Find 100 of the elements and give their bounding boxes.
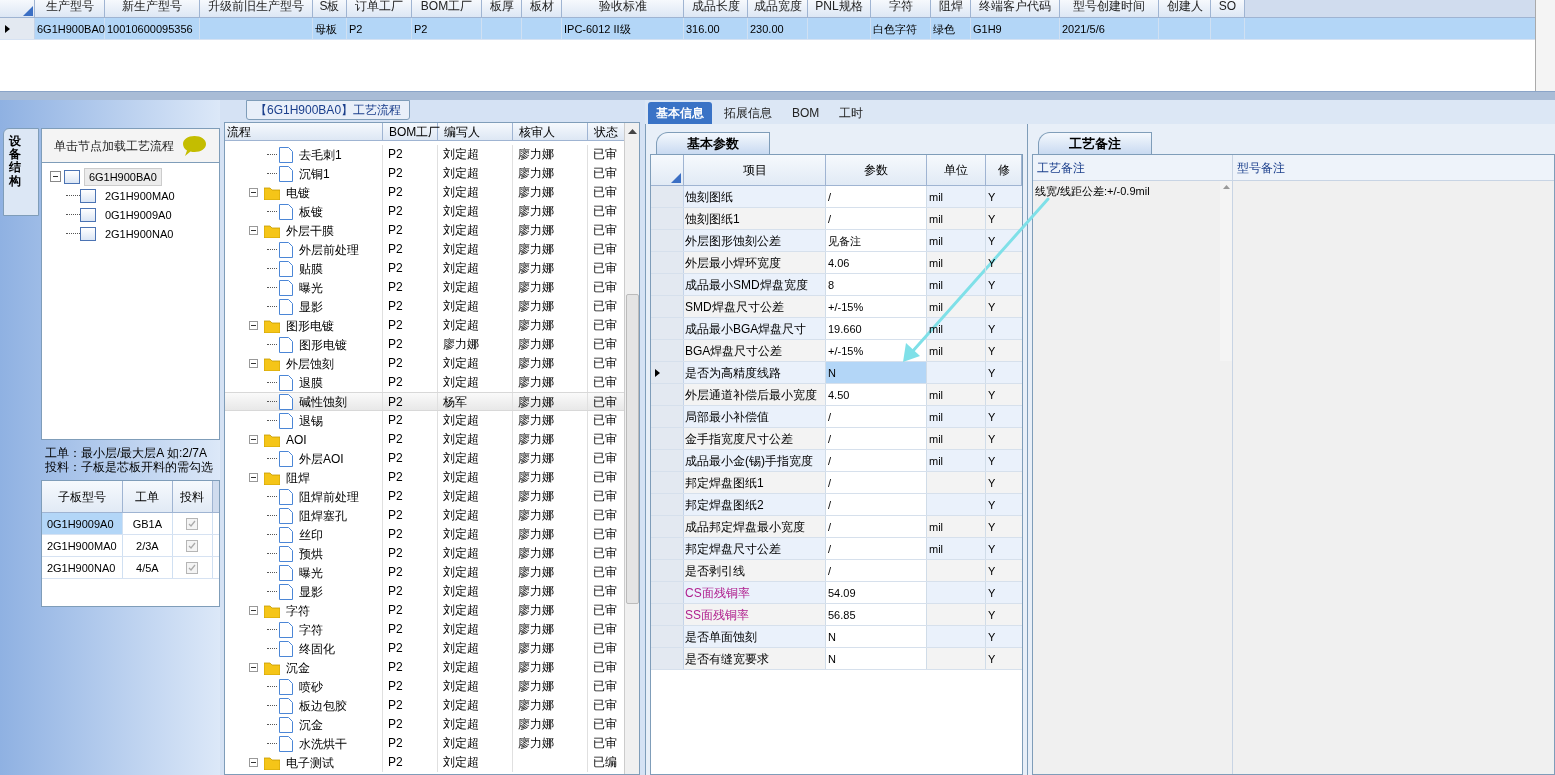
tree-node[interactable]: 预烘 bbox=[299, 544, 323, 563]
column-header[interactable]: 板厚 bbox=[482, 0, 522, 17]
table-cell[interactable]: 0G1H9009A0 bbox=[41, 513, 123, 534]
column-header[interactable]: 升级前旧生产型号 bbox=[200, 0, 313, 17]
column-header[interactable]: 参数 bbox=[826, 155, 927, 185]
tree-node[interactable]: 2G1H900NA0 bbox=[99, 224, 179, 243]
tree-node[interactable]: 外层AOI bbox=[299, 449, 344, 468]
table-cell[interactable]: N bbox=[826, 648, 927, 669]
tree-node[interactable]: 沉铜1 bbox=[299, 164, 330, 183]
tree-node[interactable]: 丝印 bbox=[299, 525, 323, 544]
table-cell[interactable]: 4.06 bbox=[826, 252, 927, 273]
column-header[interactable]: BOM工厂 bbox=[412, 0, 482, 17]
tree-node[interactable]: 退膜 bbox=[299, 373, 323, 392]
column-header[interactable]: 订单工厂 bbox=[347, 0, 412, 17]
table-cell[interactable]: / bbox=[826, 494, 927, 515]
column-header[interactable]: 工艺备注 bbox=[1033, 155, 1233, 180]
tree-node[interactable]: 0G1H9009A0 bbox=[99, 205, 177, 224]
scrollbar-thumb[interactable] bbox=[625, 294, 639, 604]
column-header[interactable]: 成品宽度 bbox=[748, 0, 808, 17]
column-header[interactable]: 修 bbox=[986, 155, 1022, 185]
table-cell[interactable]: 见备注 bbox=[826, 230, 927, 251]
collapse-toggle[interactable] bbox=[249, 359, 258, 368]
tree-node[interactable]: 电镀 bbox=[286, 183, 310, 202]
column-header[interactable]: 验收标准 bbox=[562, 0, 684, 17]
tree-node[interactable]: 阻焊塞孔 bbox=[299, 506, 347, 525]
panel-tab[interactable]: 【6G1H900BA0】工艺流程 bbox=[246, 100, 411, 120]
table-cell[interactable]: 4.50 bbox=[826, 384, 927, 405]
collapse-toggle[interactable] bbox=[49, 171, 61, 182]
table-cell[interactable]: / bbox=[826, 538, 927, 559]
panel-tab[interactable]: 基本参数 bbox=[656, 132, 770, 154]
tree-node[interactable]: 板边包胶 bbox=[299, 696, 347, 715]
table-cell[interactable]: N bbox=[826, 626, 927, 647]
collapse-toggle[interactable] bbox=[249, 188, 258, 197]
tree-node[interactable]: 图形电镀 bbox=[299, 335, 347, 354]
tree-node[interactable]: 外层蚀刻 bbox=[286, 354, 334, 373]
table-cell[interactable]: / bbox=[826, 208, 927, 229]
tree-node[interactable]: 2G1H900MA0 bbox=[99, 186, 180, 205]
tree-node[interactable]: 曝光 bbox=[299, 278, 323, 297]
collapse-toggle[interactable] bbox=[249, 321, 258, 330]
tree-node[interactable]: 去毛刺1 bbox=[299, 145, 342, 164]
column-header[interactable]: 工单 bbox=[122, 481, 173, 512]
tree-node[interactable]: 字符 bbox=[299, 620, 323, 639]
tab[interactable]: 基本信息 bbox=[648, 102, 712, 124]
column-header[interactable]: S板 bbox=[313, 0, 347, 17]
column-header[interactable]: PNL规格 bbox=[808, 0, 871, 17]
table-cell[interactable]: N bbox=[826, 362, 927, 383]
row-header[interactable] bbox=[0, 18, 35, 39]
tab[interactable]: 拓展信息 bbox=[716, 102, 780, 124]
table-cell[interactable]: 2G1H900MA0 bbox=[41, 535, 123, 556]
table-cell[interactable]: 56.85 bbox=[826, 604, 927, 625]
table-cell[interactable]: +/-15% bbox=[826, 296, 927, 317]
column-header[interactable]: BOM工厂 bbox=[383, 123, 438, 140]
tree-node[interactable]: 喷砂 bbox=[299, 677, 323, 696]
checkbox[interactable] bbox=[186, 517, 199, 530]
collapse-toggle[interactable] bbox=[249, 606, 258, 615]
column-header[interactable]: 投料 bbox=[172, 481, 213, 512]
tree-node[interactable]: 终固化 bbox=[299, 639, 335, 658]
scrollbar[interactable] bbox=[624, 123, 639, 774]
tree-node[interactable]: 外层前处理 bbox=[299, 240, 359, 259]
checkbox[interactable] bbox=[186, 561, 199, 574]
column-header[interactable]: 阻焊 bbox=[931, 0, 971, 17]
collapse-toggle[interactable] bbox=[249, 758, 258, 767]
column-header[interactable]: 核审人 bbox=[513, 123, 588, 140]
column-header[interactable]: 终端客户代码 bbox=[971, 0, 1060, 17]
tree-node[interactable]: 字符 bbox=[286, 601, 310, 620]
tree-node[interactable]: 沉金 bbox=[299, 715, 323, 734]
tab[interactable]: BOM bbox=[784, 102, 828, 124]
table-cell[interactable]: / bbox=[826, 516, 927, 537]
table-cell[interactable]: 19.660 bbox=[826, 318, 927, 339]
column-header[interactable]: 创建人 bbox=[1159, 0, 1211, 17]
tree-node[interactable]: 退锡 bbox=[299, 411, 323, 430]
tree-node[interactable]: 阻焊 bbox=[286, 468, 310, 487]
table-cell[interactable]: 54.09 bbox=[826, 582, 927, 603]
table-cell[interactable]: / bbox=[826, 560, 927, 581]
tree-node[interactable]: 阻焊前处理 bbox=[299, 487, 359, 506]
tree-node[interactable]: 6G1H900BA0 bbox=[83, 167, 162, 186]
column-header[interactable]: 单位 bbox=[927, 155, 986, 185]
panel-tab[interactable]: 工艺备注 bbox=[1038, 132, 1152, 154]
column-header[interactable]: 子板型号 bbox=[41, 481, 123, 512]
collapse-toggle[interactable] bbox=[249, 473, 258, 482]
collapse-toggle[interactable] bbox=[249, 663, 258, 672]
table-cell[interactable]: / bbox=[826, 186, 927, 207]
collapse-toggle[interactable] bbox=[249, 435, 258, 444]
row-header[interactable] bbox=[651, 362, 684, 383]
table-cell[interactable]: / bbox=[826, 428, 927, 449]
scrollbar[interactable] bbox=[1535, 0, 1555, 91]
tree-node[interactable]: 板镀 bbox=[299, 202, 323, 221]
tree-node[interactable]: 水洗烘干 bbox=[299, 734, 347, 753]
tree-node[interactable]: 贴膜 bbox=[299, 259, 323, 278]
table-cell[interactable]: / bbox=[826, 472, 927, 493]
column-header[interactable]: 板材 bbox=[522, 0, 562, 17]
column-header[interactable]: 新生产型号 bbox=[105, 0, 200, 17]
table-cell[interactable]: / bbox=[826, 450, 927, 471]
table-cell[interactable]: +/-15% bbox=[826, 340, 927, 361]
scroll-up-arrow-icon[interactable] bbox=[627, 129, 637, 134]
tab[interactable]: 工时 bbox=[831, 102, 872, 124]
collapse-toggle[interactable] bbox=[249, 226, 258, 235]
column-header[interactable]: 生产型号 bbox=[35, 0, 105, 17]
tree-node[interactable]: 显影 bbox=[299, 297, 323, 316]
tree-node[interactable]: 碱性蚀刻 bbox=[299, 392, 347, 411]
